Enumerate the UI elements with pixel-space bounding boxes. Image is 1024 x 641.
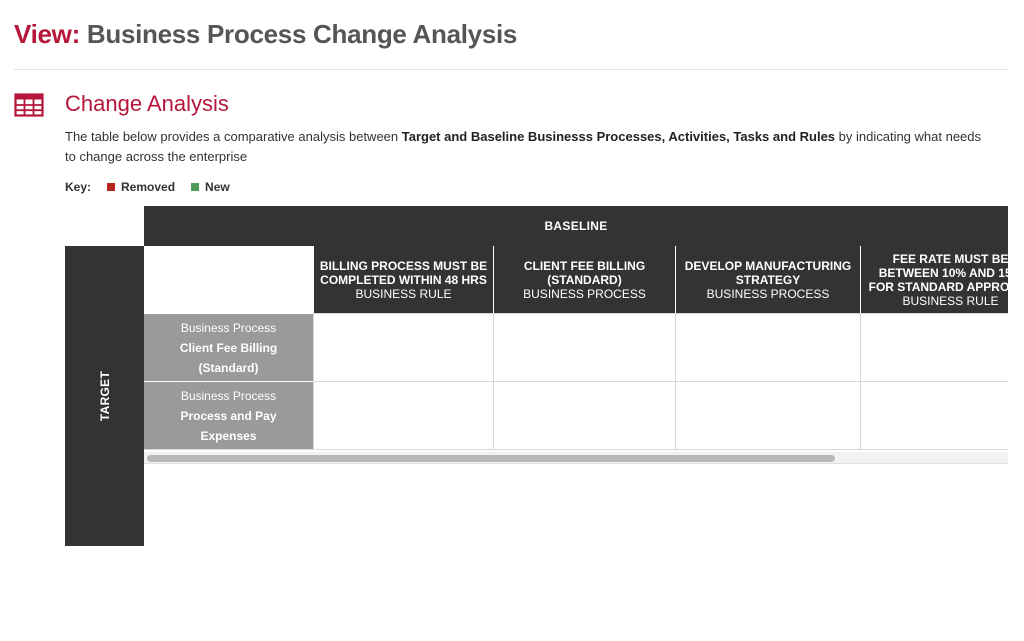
target-header: TARGET (65, 246, 144, 546)
matrix-bottom-border (144, 449, 1008, 450)
key-item-removed: Removed (107, 180, 175, 194)
column-header[interactable]: Fee rate must be between 10% and 15% for… (860, 246, 1008, 313)
matrix-viewport[interactable]: Billing Process must be completed within… (144, 246, 1008, 466)
scrollbar-thumb[interactable] (147, 455, 835, 462)
column-name: Develop Manufacturing Strategy (684, 258, 852, 287)
matrix-cell[interactable] (675, 313, 860, 381)
matrix-cell[interactable] (675, 381, 860, 449)
page-title: View: Business Process Change Analysis (14, 16, 1008, 52)
row-header[interactable]: Business Process Process and Pay Expense… (144, 381, 313, 449)
table-icon (14, 93, 44, 117)
page-header: View: Business Process Change Analysis (14, 16, 1008, 70)
row-type: Business Process (180, 388, 277, 403)
column-name: Fee rate must be between 10% and 15% for… (868, 251, 1008, 294)
new-swatch (191, 183, 200, 191)
column-type: Business Process (706, 286, 830, 301)
matrix-cell[interactable] (860, 381, 1008, 449)
matrix-corner (144, 246, 313, 313)
matrix-cell[interactable] (313, 313, 493, 381)
column-header[interactable]: Develop Manufacturing Strategy Business … (675, 246, 860, 313)
page: View: Business Process Change Analysis C… (0, 0, 1024, 641)
column-type: Business Rule (902, 293, 999, 308)
row-type: Business Process (180, 320, 277, 335)
baseline-label: BASELINE (544, 219, 608, 233)
baseline-header: BASELINE (144, 206, 1008, 246)
matrix-cell[interactable] (313, 381, 493, 449)
column-type: Business Rule (355, 286, 452, 301)
row-name: Process and Pay Expenses (180, 408, 277, 443)
target-label: TARGET (97, 370, 112, 422)
description-text: The table below provides a comparative a… (65, 129, 402, 144)
matrix-cell[interactable] (493, 313, 675, 381)
matrix-cell[interactable] (860, 313, 1008, 381)
column-name: Billing Process must be completed within… (319, 258, 488, 287)
column-name: Client Fee Billing (Standard) (523, 258, 646, 287)
key-item-new: New (191, 180, 230, 194)
key-label: Key: (65, 180, 92, 194)
description-emphasis: Target and Baseline Businesss Processes,… (401, 129, 836, 144)
row-name: Client Fee Billing (Standard) (179, 340, 278, 375)
column-header[interactable]: Billing Process must be completed within… (313, 246, 493, 313)
column-header[interactable]: Client Fee Billing (Standard) Business P… (493, 246, 675, 313)
column-type: Business Process (523, 286, 646, 301)
key-item-label: Removed (121, 180, 176, 194)
section-title: Change Analysis (65, 91, 229, 116)
key-item-label: New (205, 180, 230, 194)
view-prefix: View: (14, 19, 80, 49)
legend-key: Key: Removed New (65, 178, 246, 196)
view-title: Business Process Change Analysis (86, 19, 518, 49)
matrix-cell[interactable] (493, 381, 675, 449)
removed-swatch (107, 183, 116, 191)
section-description: The table below provides a comparative a… (65, 127, 995, 167)
row-header[interactable]: Business Process Client Fee Billing (Sta… (144, 313, 313, 381)
horizontal-scrollbar[interactable] (144, 452, 1008, 464)
